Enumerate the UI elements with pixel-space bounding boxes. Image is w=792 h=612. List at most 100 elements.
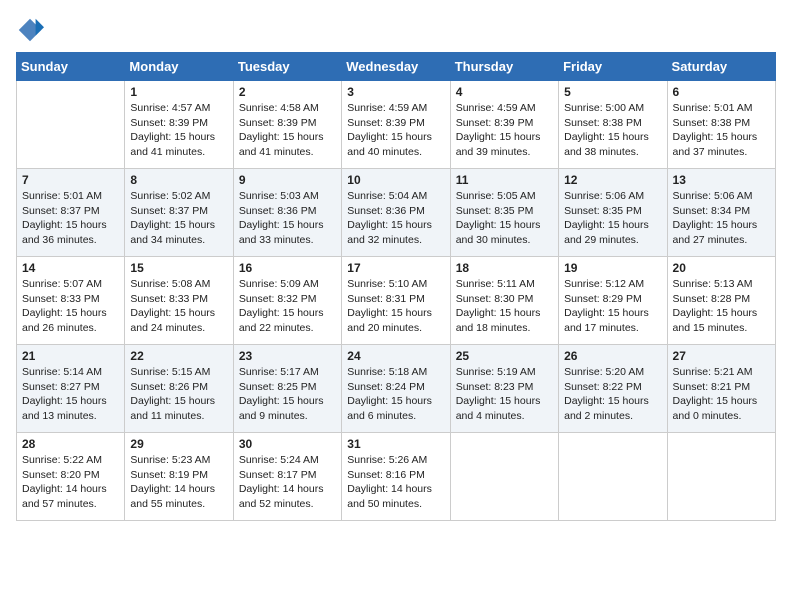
day-info: Sunrise: 5:23 AM Sunset: 8:19 PM Dayligh… [130,453,227,512]
day-info: Sunrise: 5:10 AM Sunset: 8:31 PM Dayligh… [347,277,444,336]
day-info: Sunrise: 5:20 AM Sunset: 8:22 PM Dayligh… [564,365,661,424]
day-header-sunday: Sunday [17,53,125,81]
day-number: 17 [347,261,444,275]
calendar-cell: 6 Sunrise: 5:01 AM Sunset: 8:38 PM Daylig… [667,81,775,169]
calendar-cell: 13 Sunrise: 5:06 AM Sunset: 8:34 PM Dayli… [667,169,775,257]
day-info: Sunrise: 5:14 AM Sunset: 8:27 PM Dayligh… [22,365,119,424]
calendar-cell: 11 Sunrise: 5:05 AM Sunset: 8:35 PM Dayli… [450,169,558,257]
calendar-cell: 2 Sunrise: 4:58 AM Sunset: 8:39 PM Daylig… [233,81,341,169]
logo [16,16,48,44]
day-info: Sunrise: 4:59 AM Sunset: 8:39 PM Dayligh… [456,101,553,160]
day-info: Sunrise: 5:12 AM Sunset: 8:29 PM Dayligh… [564,277,661,336]
calendar-cell: 23 Sunrise: 5:17 AM Sunset: 8:25 PM Dayli… [233,345,341,433]
day-info: Sunrise: 4:57 AM Sunset: 8:39 PM Dayligh… [130,101,227,160]
day-number: 11 [456,173,553,187]
day-number: 8 [130,173,227,187]
day-header-tuesday: Tuesday [233,53,341,81]
day-info: Sunrise: 5:00 AM Sunset: 8:38 PM Dayligh… [564,101,661,160]
calendar-cell: 27 Sunrise: 5:21 AM Sunset: 8:21 PM Dayli… [667,345,775,433]
calendar-cell: 24Sunrise: 5:18 AM Sunset: 8:24 PM Dayli… [342,345,450,433]
day-info: Sunrise: 5:08 AM Sunset: 8:33 PM Dayligh… [130,277,227,336]
day-number: 23 [239,349,336,363]
calendar-cell [17,81,125,169]
calendar-cell [559,433,667,521]
day-number: 4 [456,85,553,99]
day-info: Sunrise: 5:13 AM Sunset: 8:28 PM Dayligh… [673,277,770,336]
day-number: 20 [673,261,770,275]
calendar-cell: 16 Sunrise: 5:09 AM Sunset: 8:32 PM Dayli… [233,257,341,345]
day-number: 7 [22,173,119,187]
calendar-cell: 20 Sunrise: 5:13 AM Sunset: 8:28 PM Dayli… [667,257,775,345]
calendar-cell: 1 Sunrise: 4:57 AM Sunset: 8:39 PM Daylig… [125,81,233,169]
day-number: 28 [22,437,119,451]
day-info: Sunrise: 5:06 AM Sunset: 8:35 PM Dayligh… [564,189,661,248]
day-number: 14 [22,261,119,275]
day-header-saturday: Saturday [667,53,775,81]
day-number: 16 [239,261,336,275]
day-number: 30 [239,437,336,451]
day-info: Sunrise: 4:58 AM Sunset: 8:39 PM Dayligh… [239,101,336,160]
day-number: 10 [347,173,444,187]
day-info: Sunrise: 5:09 AM Sunset: 8:32 PM Dayligh… [239,277,336,336]
day-info: Sunrise: 5:01 AM Sunset: 8:38 PM Dayligh… [673,101,770,160]
day-info: Sunrise: 5:11 AM Sunset: 8:30 PM Dayligh… [456,277,553,336]
day-number: 31 [347,437,444,451]
day-info: Sunrise: 5:26 AM Sunset: 8:16 PM Dayligh… [347,453,444,512]
calendar-cell: 3 Sunrise: 4:59 AM Sunset: 8:39 PM Daylig… [342,81,450,169]
calendar-cell: 8 Sunrise: 5:02 AM Sunset: 8:37 PM Daylig… [125,169,233,257]
logo-icon [16,16,44,44]
day-number: 5 [564,85,661,99]
day-number: 21 [22,349,119,363]
day-header-thursday: Thursday [450,53,558,81]
day-info: Sunrise: 5:24 AM Sunset: 8:17 PM Dayligh… [239,453,336,512]
calendar-cell: 14 Sunrise: 5:07 AM Sunset: 8:33 PM Dayli… [17,257,125,345]
day-info: Sunrise: 5:06 AM Sunset: 8:34 PM Dayligh… [673,189,770,248]
day-info: Sunrise: 4:59 AM Sunset: 8:39 PM Dayligh… [347,101,444,160]
day-number: 25 [456,349,553,363]
day-number: 13 [673,173,770,187]
day-info: Sunrise: 5:17 AM Sunset: 8:25 PM Dayligh… [239,365,336,424]
day-info: Sunrise: 5:19 AM Sunset: 8:23 PM Dayligh… [456,365,553,424]
day-number: 22 [130,349,227,363]
calendar-cell: 22 Sunrise: 5:15 AM Sunset: 8:26 PM Dayli… [125,345,233,433]
day-number: 2 [239,85,336,99]
calendar-cell: 28 Sunrise: 5:22 AM Sunset: 8:20 PM Dayli… [17,433,125,521]
day-info: Sunrise: 5:05 AM Sunset: 8:35 PM Dayligh… [456,189,553,248]
calendar-cell: 19 Sunrise: 5:12 AM Sunset: 8:29 PM Dayli… [559,257,667,345]
calendar-cell [450,433,558,521]
day-info: Sunrise: 5:21 AM Sunset: 8:21 PM Dayligh… [673,365,770,424]
calendar-cell: 18 Sunrise: 5:11 AM Sunset: 8:30 PM Dayli… [450,257,558,345]
calendar-cell: 31 Sunrise: 5:26 AM Sunset: 8:16 PM Dayli… [342,433,450,521]
calendar-cell: 29 Sunrise: 5:23 AM Sunset: 8:19 PM Dayli… [125,433,233,521]
day-number: 6 [673,85,770,99]
calendar-cell [667,433,775,521]
day-info: Sunrise: 5:01 AM Sunset: 8:37 PM Dayligh… [22,189,119,248]
day-info: Sunrise: 5:02 AM Sunset: 8:37 PM Dayligh… [130,189,227,248]
calendar-cell: 4 Sunrise: 4:59 AM Sunset: 8:39 PM Daylig… [450,81,558,169]
calendar-cell: 25 Sunrise: 5:19 AM Sunset: 8:23 PM Dayli… [450,345,558,433]
day-number: 12 [564,173,661,187]
day-number: 29 [130,437,227,451]
day-number: 1 [130,85,227,99]
calendar-cell: 9Sunrise: 5:03 AM Sunset: 8:36 PM Daylig… [233,169,341,257]
calendar-cell: 5 Sunrise: 5:00 AM Sunset: 8:38 PM Daylig… [559,81,667,169]
calendar-table: SundayMondayTuesdayWednesdayThursdayFrid… [16,52,776,521]
calendar-cell: 7 Sunrise: 5:01 AM Sunset: 8:37 PM Daylig… [17,169,125,257]
calendar-cell: 26 Sunrise: 5:20 AM Sunset: 8:22 PM Dayli… [559,345,667,433]
calendar-cell: 30 Sunrise: 5:24 AM Sunset: 8:17 PM Dayli… [233,433,341,521]
day-number: 15 [130,261,227,275]
day-number: 3 [347,85,444,99]
day-info: Sunrise: 5:07 AM Sunset: 8:33 PM Dayligh… [22,277,119,336]
calendar-cell: 10 Sunrise: 5:04 AM Sunset: 8:36 PM Dayli… [342,169,450,257]
day-header-wednesday: Wednesday [342,53,450,81]
day-info: Sunrise: 5:22 AM Sunset: 8:20 PM Dayligh… [22,453,119,512]
day-info: Sunrise: 5:04 AM Sunset: 8:36 PM Dayligh… [347,189,444,248]
page-header [16,16,776,44]
day-number: 26 [564,349,661,363]
day-number: 9 [239,173,336,187]
day-header-friday: Friday [559,53,667,81]
day-info: Sunrise: 5:15 AM Sunset: 8:26 PM Dayligh… [130,365,227,424]
day-number: 18 [456,261,553,275]
day-number: 27 [673,349,770,363]
day-number: 19 [564,261,661,275]
